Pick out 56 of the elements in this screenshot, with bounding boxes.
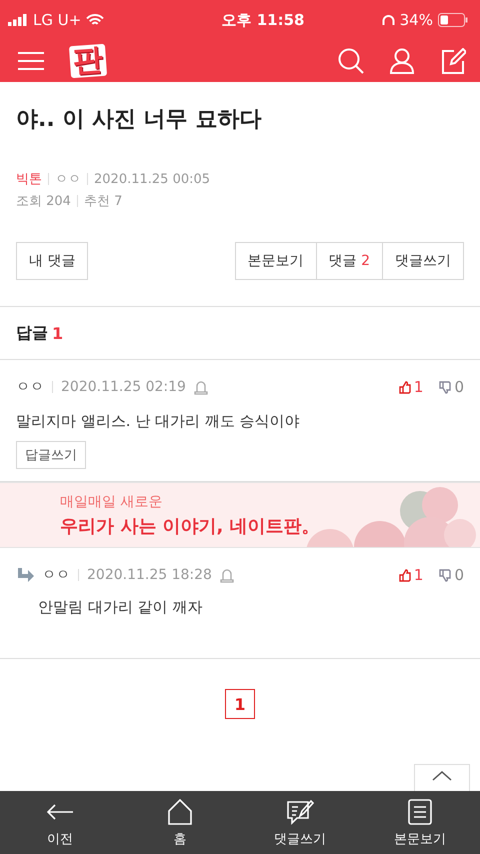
menu-icon[interactable] — [18, 51, 44, 71]
carrier-name: LG U+ — [33, 11, 82, 29]
dislike-count[interactable]: 0 — [439, 378, 464, 396]
logo[interactable]: 판 — [68, 44, 108, 78]
post-date: 2020.11.25 00:05 — [94, 172, 210, 186]
nav-item[interactable]: 홈 — [120, 791, 240, 854]
home-icon — [167, 798, 193, 824]
banner-title: 우리가 사는 이야기, 네이트판。 — [60, 515, 320, 538]
comment-text: 말리지마 앨리스. 난 대가리 깨도 승식이야 — [16, 412, 301, 431]
my-comments-button[interactable]: 내 댓글 — [16, 242, 88, 280]
headphones-icon — [382, 14, 395, 26]
replies-count: 1 — [52, 324, 64, 342]
view-post-button[interactable]: 본문보기 — [234, 242, 317, 280]
siren-icon[interactable] — [194, 380, 208, 394]
thumbs-up-icon — [398, 380, 411, 394]
thumbs-down-icon — [439, 380, 452, 394]
view-count: 조회 204 — [16, 193, 71, 210]
comment-text: 안말림 대가리 같이 깨자 — [37, 598, 204, 617]
siren-icon[interactable] — [220, 568, 234, 582]
wifi-icon — [86, 14, 104, 26]
chevron-up-icon — [432, 771, 452, 781]
post-title: 야.. 이 사진 너무 묘하다 — [15, 106, 262, 134]
dislike-count[interactable]: 0 — [439, 566, 464, 584]
comment-author: ㅇㅇ — [42, 566, 70, 584]
reply-button[interactable]: 답글쓰기 — [16, 441, 86, 469]
like-count[interactable]: 1 — [398, 566, 424, 584]
post-author: ㅇㅇ — [55, 171, 81, 188]
edit-icon[interactable] — [440, 48, 466, 74]
clock-time: 오후 11:58 — [221, 10, 304, 30]
battery-percent: 34% — [400, 11, 433, 29]
document-icon — [408, 798, 432, 824]
write-comment-button[interactable]: 댓글쓰기 — [383, 242, 464, 280]
thumbs-down-icon — [439, 568, 452, 582]
recommend-count: 추천 7 — [84, 193, 122, 210]
nav-item[interactable]: 댓글쓰기 — [240, 791, 360, 854]
comment-write-icon — [286, 798, 314, 824]
signal-icon — [8, 14, 28, 26]
back-arrow-icon — [46, 804, 74, 820]
person-icon[interactable] — [390, 48, 414, 74]
comment-author: ㅇㅇ — [16, 378, 44, 396]
comments-button[interactable]: 댓글 2 — [316, 242, 383, 280]
board-name[interactable]: 빅톤 — [16, 170, 42, 188]
thumbs-up-icon — [398, 568, 411, 582]
page-number[interactable]: 1 — [225, 689, 255, 719]
like-count[interactable]: 1 — [398, 378, 424, 396]
scroll-top-button[interactable] — [414, 764, 470, 791]
banner-subtitle: 매일매일 새로운 — [60, 493, 164, 511]
comment-date: 2020.11.25 18:28 — [87, 567, 212, 583]
reply-arrow-icon — [16, 568, 34, 582]
promo-banner[interactable]: 매일매일 새로운 우리가 사는 이야기, 네이트판。 — [0, 482, 480, 548]
battery-icon — [438, 13, 468, 27]
comment-date: 2020.11.25 02:19 — [61, 379, 186, 395]
search-icon[interactable] — [338, 48, 364, 74]
nav-item[interactable]: 이전 — [0, 791, 120, 854]
nav-item[interactable]: 본문보기 — [360, 791, 480, 854]
replies-label: 답글 — [16, 322, 48, 344]
